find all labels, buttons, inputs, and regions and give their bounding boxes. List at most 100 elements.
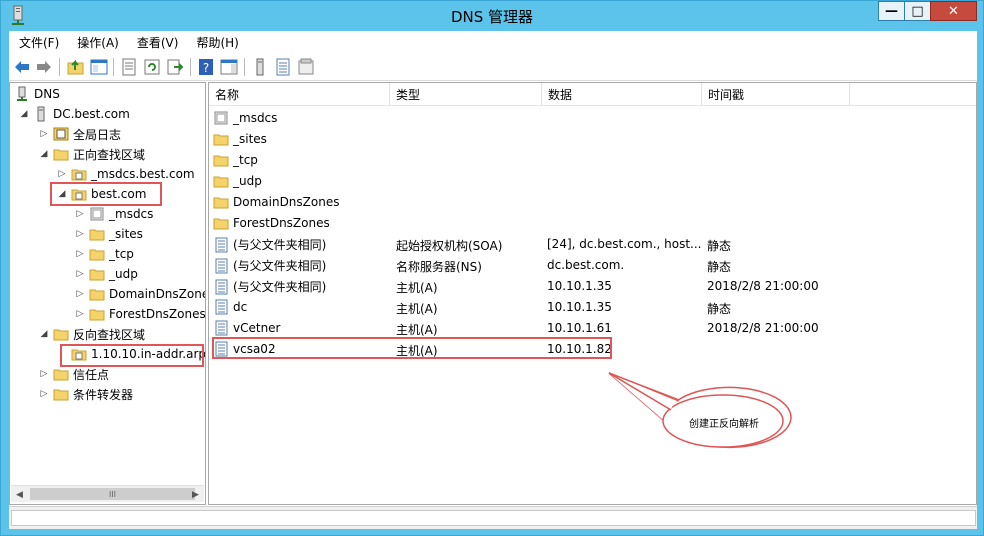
tree-label: _msdcs: [109, 207, 154, 221]
column-header-name[interactable]: 名称: [209, 83, 390, 105]
folder-icon: [53, 149, 69, 161]
table-row[interactable]: (与父文件夹相同) 名称服务器(NS) dc.best.com. 静态: [209, 255, 849, 276]
collapsed-icon[interactable]: ▷: [74, 308, 86, 320]
maximize-button[interactable]: □: [904, 1, 931, 21]
folder-icon: [89, 289, 105, 301]
back-button[interactable]: [12, 57, 32, 77]
column-header-data[interactable]: 数据: [542, 83, 702, 105]
console-tree[interactable]: DNS ◢ DC.best.com ▷ 全局日志 ◢ 正向查找区域 ▷ _msd…: [9, 82, 206, 505]
close-button[interactable]: ✕: [930, 1, 977, 21]
record-list-button[interactable]: [273, 57, 293, 77]
tree-node-reverse-zones[interactable]: ◢ 反向查找区域: [38, 324, 145, 344]
table-row[interactable]: _sites: [209, 129, 849, 150]
tree-node-dns[interactable]: DNS: [14, 84, 60, 104]
folder-icon: [213, 218, 229, 230]
dns-server-icon: [17, 86, 27, 101]
scrollbar-thumb[interactable]: III: [30, 488, 195, 500]
cell-type: 主机(A): [396, 302, 438, 316]
show-hide-action-pane-button[interactable]: [219, 57, 239, 77]
tree-node-udp[interactable]: ▷ _udp: [74, 264, 138, 284]
server-button[interactable]: [250, 57, 270, 77]
cell-type: 起始授权机构(SOA): [396, 239, 503, 253]
properties-button[interactable]: [119, 57, 139, 77]
table-row[interactable]: (与父文件夹相同) 主机(A) 10.10.1.35 2018/2/8 21:00:0…: [209, 276, 849, 297]
menu-file[interactable]: 文件(F): [9, 31, 67, 53]
cell-name: ForestDnsZones: [213, 215, 330, 231]
menu-action[interactable]: 操作(A): [67, 31, 127, 53]
collapsed-icon[interactable]: ▷: [38, 128, 50, 140]
cell-name-text: _msdcs: [233, 111, 278, 125]
record-list[interactable]: 名称 类型 数据 时间戳 _msdcs _sites _tcp _udp DomainD…: [208, 82, 977, 505]
title-bar[interactable]: DNS 管理器 — □ ✕: [1, 1, 983, 31]
expanded-icon[interactable]: ◢: [38, 148, 50, 160]
cell-name: (与父文件夹相同): [213, 278, 326, 295]
cell-name-text: vCetner: [233, 321, 281, 335]
scroll-left-icon[interactable]: ◀: [11, 486, 28, 503]
forward-button[interactable]: [34, 57, 54, 77]
collapsed-icon[interactable]: ▷: [38, 368, 50, 380]
tree-horizontal-scrollbar[interactable]: ◀ III ▶: [11, 485, 204, 502]
cell-timestamp: 静态: [707, 260, 732, 274]
refresh-icon: [144, 59, 160, 75]
record-icon: [215, 258, 228, 273]
menu-view[interactable]: 查看(V): [127, 31, 187, 53]
maximize-icon: □: [911, 3, 924, 19]
table-row[interactable]: DomainDnsZones: [209, 192, 849, 213]
tree-node-global-logs[interactable]: ▷ 全局日志: [38, 124, 121, 144]
column-header-type[interactable]: 类型: [390, 83, 542, 105]
table-row[interactable]: vCetner 主机(A) 10.10.1.61 2018/2/8 21:00:00: [209, 318, 849, 339]
cell-timestamp: 静态: [707, 302, 732, 316]
action-pane-icon: [220, 59, 238, 75]
folder-icon: [53, 329, 69, 341]
tree-node-domaindnszones[interactable]: ▷ DomainDnsZones: [74, 284, 205, 304]
collapsed-icon[interactable]: ▷: [74, 208, 86, 220]
refresh-button[interactable]: [142, 57, 162, 77]
collapsed-icon[interactable]: ▷: [74, 268, 86, 280]
table-row[interactable]: (与父文件夹相同) 起始授权机构(SOA) [24], dc.best.com., …: [209, 234, 849, 255]
cell-name-text: _sites: [233, 132, 267, 146]
tree-node-msdcs-best[interactable]: ▷ _msdcs.best.com: [56, 164, 195, 184]
table-row[interactable]: _tcp: [209, 150, 849, 171]
up-level-button[interactable]: [66, 57, 86, 77]
table-row[interactable]: dc 主机(A) 10.10.1.35 静态: [209, 297, 849, 318]
collapsed-icon[interactable]: ▷: [56, 168, 68, 180]
table-row[interactable]: _udp: [209, 171, 849, 192]
folder-icon: [89, 269, 105, 281]
expanded-icon[interactable]: ◢: [18, 108, 30, 120]
scroll-right-icon[interactable]: ▶: [187, 486, 204, 503]
table-row[interactable]: _msdcs: [209, 108, 849, 129]
minimize-button[interactable]: —: [878, 1, 905, 21]
column-header-timestamp[interactable]: 时间戳: [702, 83, 850, 105]
tree-label: _sites: [109, 227, 143, 241]
tree-node-trust-points[interactable]: ▷ 信任点: [38, 364, 109, 384]
show-tree-button[interactable]: [89, 57, 109, 77]
cell-name-text: _udp: [233, 174, 262, 188]
menu-help[interactable]: 帮助(H): [186, 31, 246, 53]
collapsed-icon[interactable]: ▷: [74, 288, 86, 300]
table-row[interactable]: ForestDnsZones: [209, 213, 849, 234]
tree-node-forward-zones[interactable]: ◢ 正向查找区域: [38, 144, 145, 164]
record-list-icon: [276, 58, 290, 76]
zone-button[interactable]: [296, 57, 316, 77]
collapsed-icon[interactable]: ▷: [74, 228, 86, 240]
tree-node-tcp[interactable]: ▷ _tcp: [74, 244, 134, 264]
tree-node-msdcs[interactable]: ▷ _msdcs: [74, 204, 154, 224]
tree-node-sites[interactable]: ▷ _sites: [74, 224, 143, 244]
collapsed-icon[interactable]: ▷: [74, 248, 86, 260]
collapsed-icon[interactable]: ▷: [38, 388, 50, 400]
folder-icon: [89, 229, 105, 241]
export-button[interactable]: [165, 57, 185, 77]
expanded-icon[interactable]: ◢: [38, 328, 50, 340]
tree-label: 反向查找区域: [73, 327, 146, 342]
window-title: DNS 管理器: [450, 8, 534, 26]
record-icon: [215, 279, 228, 294]
help-button[interactable]: ?: [196, 57, 216, 77]
cell-name-text: (与父文件夹相同): [233, 280, 327, 294]
tree-node-conditional-forwarders[interactable]: ▷ 条件转发器: [38, 384, 133, 404]
cell-name: _tcp: [213, 152, 258, 168]
tree-node-server[interactable]: ◢ DC.best.com: [18, 104, 130, 124]
tree-label: 条件转发器: [73, 387, 134, 402]
tree-node-forestdnszones[interactable]: ▷ ForestDnsZones: [74, 304, 205, 324]
server-icon: [37, 106, 45, 122]
folder-icon: [213, 134, 229, 146]
